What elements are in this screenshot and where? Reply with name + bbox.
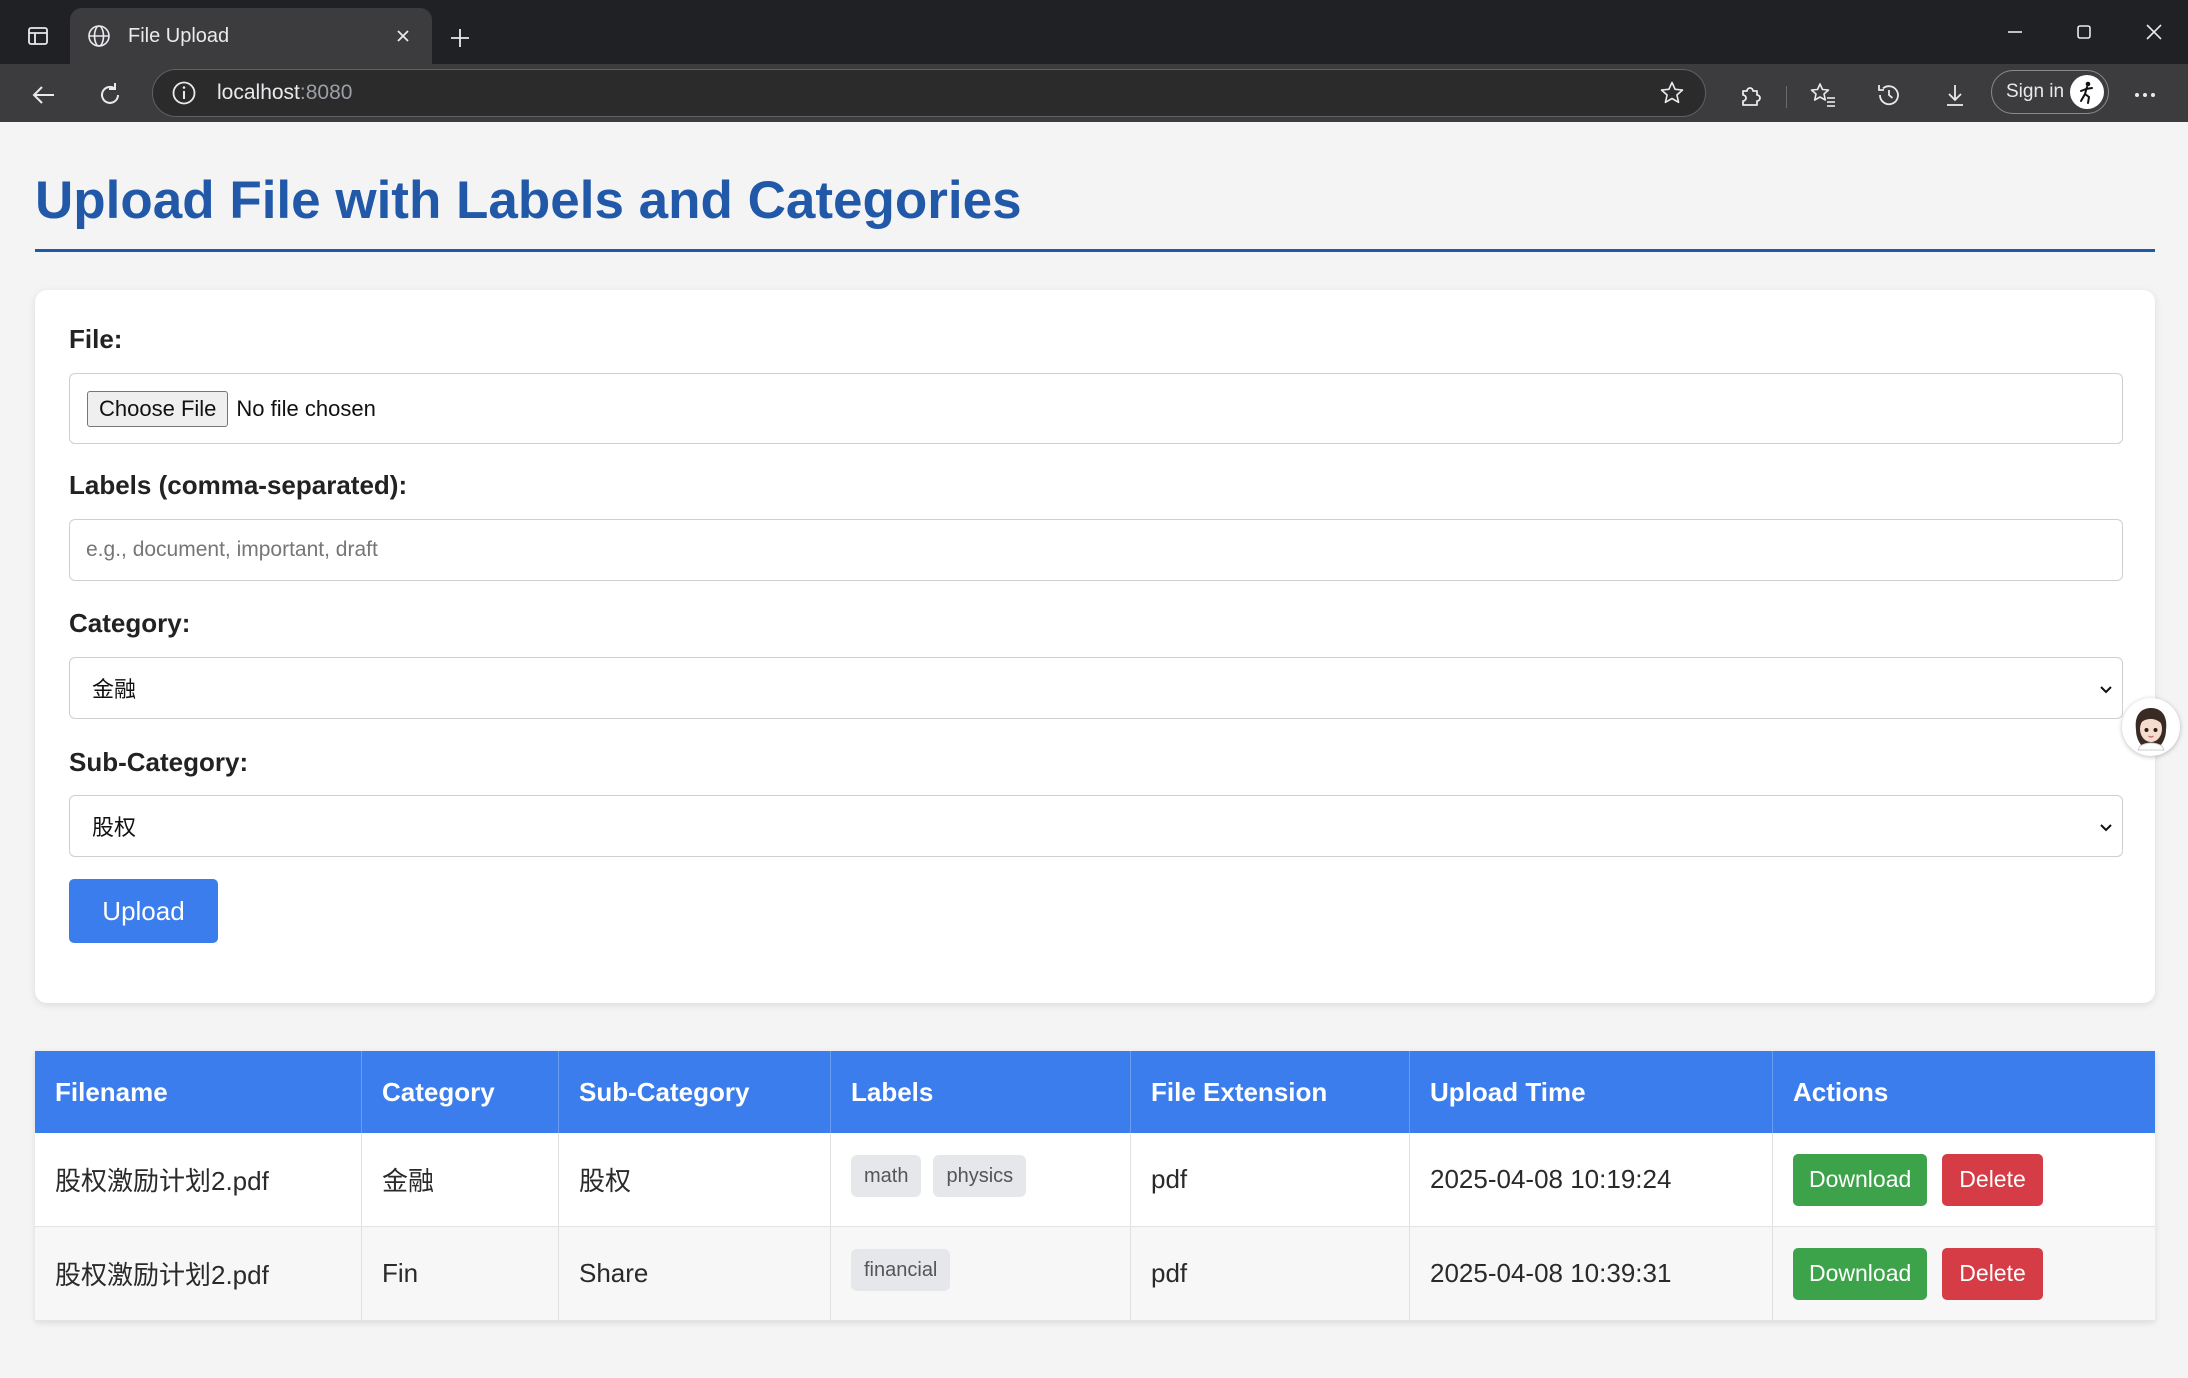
file-input[interactable]: Choose File No file chosen xyxy=(69,373,2123,444)
page-viewport: Upload File with Labels and Categories F… xyxy=(0,122,2188,1378)
labels-label: Labels (comma-separated): xyxy=(69,470,408,500)
filename-cell: 股权激励计划2.pdf xyxy=(35,1227,362,1320)
delete-button[interactable]: Delete xyxy=(1942,1153,2043,1206)
url-host: localhost xyxy=(217,81,300,104)
chevron-down-icon xyxy=(2094,677,2118,701)
labels-input[interactable]: e.g., document, important, draft xyxy=(69,519,2123,581)
tab-title: File Upload xyxy=(128,24,230,47)
header-filename: Filename xyxy=(35,1051,362,1133)
label-tag: physics xyxy=(933,1155,1027,1197)
page-title: Upload File with Labels and Categories xyxy=(35,171,1022,230)
table-row: 股权激励计划2.pdf 金融 股权 math physics pdf 2025-… xyxy=(35,1133,2155,1227)
category-selected-value: 金融 xyxy=(92,677,137,702)
close-icon[interactable] xyxy=(388,21,418,51)
category-cell: 金融 xyxy=(362,1133,559,1226)
upload-time-cell: 2025-04-08 10:19:24 xyxy=(1410,1133,1773,1226)
new-tab-icon[interactable] xyxy=(442,20,478,56)
files-table: Filename Category Sub-Category Labels Fi… xyxy=(35,1051,2155,1321)
no-file-text: No file chosen xyxy=(236,395,376,421)
labels-cell: financial xyxy=(831,1227,1131,1320)
subcategory-label: Sub-Category: xyxy=(69,747,249,777)
download-button[interactable]: Download xyxy=(1793,1153,1928,1206)
more-options-icon[interactable] xyxy=(2125,75,2165,115)
extensions-icon[interactable] xyxy=(1731,75,1771,115)
header-actions: Actions xyxy=(1793,1076,1889,1107)
header-labels: Labels xyxy=(831,1051,1131,1133)
chevron-down-icon xyxy=(2094,815,2118,839)
extension-cell: pdf xyxy=(1131,1227,1410,1320)
sign-in-label: Sign in xyxy=(2006,81,2065,102)
header-upload-time: Upload Time xyxy=(1410,1051,1773,1133)
labels-cell: math physics xyxy=(831,1133,1131,1226)
choose-file-button[interactable]: Choose File xyxy=(87,390,229,427)
favorite-star-icon[interactable] xyxy=(1655,76,1689,110)
window-close-icon[interactable] xyxy=(2124,12,2184,52)
subcategory-selected-value: 股权 xyxy=(92,815,137,840)
file-label: File: xyxy=(69,324,123,354)
upload-time-cell: 2025-04-08 10:39:31 xyxy=(1410,1227,1773,1320)
label-tag: math xyxy=(851,1155,922,1197)
subcategory-select[interactable]: 股权 xyxy=(69,795,2123,857)
assistant-avatar-icon[interactable] xyxy=(2122,698,2180,756)
actions-cell: Download Delete xyxy=(1773,1133,2155,1226)
category-select[interactable]: 金融 xyxy=(69,657,2123,719)
profile-avatar-icon xyxy=(2070,75,2104,109)
filename-cell: 股权激励计划2.pdf xyxy=(35,1133,362,1226)
toolbar-divider xyxy=(1786,86,1787,108)
upload-form: File: Choose File No file chosen Labels … xyxy=(35,290,2155,1003)
globe-icon xyxy=(84,21,114,51)
category-label: Category: xyxy=(69,608,191,638)
header-category: Category xyxy=(362,1051,559,1133)
table-row: 股权激励计划2.pdf Fin Share financial pdf 2025… xyxy=(35,1227,2155,1321)
header-subcategory: Sub-Category xyxy=(559,1051,831,1133)
favorites-icon[interactable] xyxy=(1803,75,1843,115)
back-arrow-icon[interactable] xyxy=(24,75,64,115)
download-icon[interactable] xyxy=(1935,75,1975,115)
url-port: :8080 xyxy=(299,81,353,104)
table-header-row: Filename Category Sub-Category Labels Fi… xyxy=(35,1051,2155,1133)
extension-cell: pdf xyxy=(1131,1133,1410,1226)
label-tag: financial xyxy=(851,1249,951,1291)
minimize-icon[interactable] xyxy=(1985,12,2045,52)
history-icon[interactable] xyxy=(1869,75,1909,115)
actions-cell: Download Delete xyxy=(1773,1227,2155,1320)
download-button[interactable]: Download xyxy=(1793,1247,1928,1300)
sidebar-toggle-icon[interactable] xyxy=(22,20,54,52)
header-file-extension: File Extension xyxy=(1131,1051,1410,1133)
address-bar[interactable]: localhost:8080 xyxy=(152,69,1706,117)
browser-titlebar: File Upload xyxy=(0,0,2188,64)
upload-button[interactable]: Upload xyxy=(69,879,218,943)
delete-button[interactable]: Delete xyxy=(1942,1247,2043,1300)
reload-icon[interactable] xyxy=(90,75,130,115)
browser-tab[interactable]: File Upload xyxy=(70,8,432,64)
url-text[interactable]: localhost:8080 xyxy=(217,81,1655,105)
subcategory-cell: 股权 xyxy=(559,1133,831,1226)
sign-in-button[interactable]: Sign in xyxy=(1991,70,2109,114)
subcategory-cell: Share xyxy=(559,1227,831,1320)
browser-toolbar: localhost:8080 Sign in xyxy=(0,64,2188,122)
maximize-icon[interactable] xyxy=(2054,12,2114,52)
category-cell: Fin xyxy=(362,1227,559,1320)
info-icon[interactable] xyxy=(169,78,199,108)
title-divider xyxy=(35,249,2155,252)
